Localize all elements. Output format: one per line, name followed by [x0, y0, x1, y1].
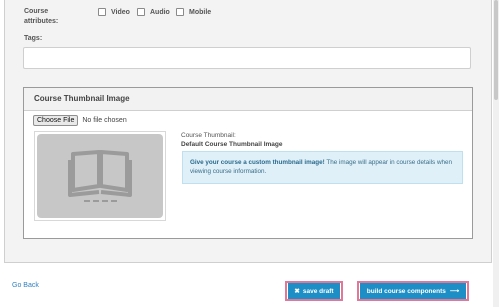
arrow-right-icon: ⟶	[449, 288, 460, 295]
course-thumbnail-label: Course Thumbnail:	[181, 132, 236, 139]
course-details-panel: Course attributes: Video Audio Mobile Ta…	[4, 0, 492, 263]
info-bold-text: Give your course a custom thumbnail imag…	[190, 159, 325, 166]
thumbnail-info-alert: Give your course a custom thumbnail imag…	[182, 151, 463, 184]
mobile-label: Mobile	[189, 8, 212, 16]
build-course-components-button[interactable]: build course components ⟶	[360, 283, 466, 299]
no-file-text: No file chosen	[82, 117, 127, 124]
video-label: Video	[111, 8, 130, 16]
mobile-option[interactable]: Mobile	[176, 8, 211, 16]
thumbnail-preview	[34, 131, 166, 221]
build-course-components-label: build course components	[366, 287, 446, 295]
choose-file-button[interactable]: Choose File	[33, 115, 79, 126]
save-draft-label: save draft	[302, 287, 334, 295]
scrollbar-thumb[interactable]	[494, 0, 498, 100]
save-draft-button[interactable]: ✖ save draft	[288, 283, 340, 299]
video-option[interactable]: Video	[98, 8, 130, 16]
tags-label: Tags:	[24, 35, 43, 42]
scrollbar[interactable]	[493, 0, 499, 307]
thumbnail-section: Course Thumbnail Image Choose File No fi…	[23, 87, 473, 239]
audio-checkbox[interactable]	[137, 8, 145, 16]
audio-option[interactable]: Audio	[137, 8, 170, 16]
tags-input[interactable]	[23, 47, 471, 69]
thumbnail-section-title: Course Thumbnail Image	[34, 94, 130, 103]
video-checkbox[interactable]	[98, 8, 106, 16]
save-draft-icon: ✖	[294, 288, 300, 295]
course-attributes-label: Course attributes:	[24, 8, 59, 25]
audio-label: Audio	[150, 8, 170, 16]
thumbnail-section-header: Course Thumbnail Image	[24, 88, 472, 111]
go-back-link[interactable]: Go Back	[12, 282, 39, 289]
mobile-checkbox[interactable]	[176, 8, 184, 16]
default-thumbnail-image	[37, 134, 163, 218]
file-picker: Choose File No file chosen	[33, 115, 127, 126]
book-icon	[68, 150, 132, 202]
course-thumbnail-value: Default Course Thumbnail Image	[181, 141, 283, 148]
